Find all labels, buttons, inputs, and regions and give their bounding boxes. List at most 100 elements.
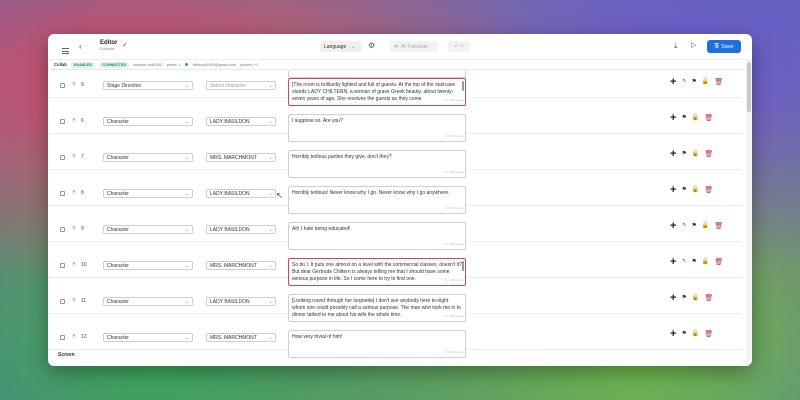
drag-handle-icon[interactable]: ⠿	[72, 334, 76, 340]
dialogue-text: Ah! I hate being educated!	[292, 226, 351, 232]
trash-icon[interactable]: 🗑	[704, 295, 713, 302]
add-row-icon[interactable]: +	[670, 257, 676, 268]
line-type-select[interactable]: Character ⌄	[103, 333, 193, 342]
lock-icon[interactable]: 🔓	[692, 187, 699, 194]
collab-status-bar: Collab ENABLED CONNECTED session: ed6345…	[48, 60, 752, 70]
trash-icon[interactable]: 🗑	[704, 331, 713, 338]
lock-icon[interactable]: 🔓	[692, 295, 699, 302]
row-checkbox[interactable]	[60, 299, 65, 304]
add-row-icon[interactable]: +	[670, 221, 676, 232]
row-number: 12	[81, 334, 87, 340]
line-type-select[interactable]: Stage Direction ⌄	[103, 81, 193, 90]
row-checkbox[interactable]	[60, 119, 65, 124]
trash-icon[interactable]: 🗑	[714, 259, 723, 266]
character-select[interactable]: Select character ⌄	[206, 81, 276, 90]
flag-icon[interactable]: ⚑	[681, 331, 686, 338]
drag-handle-icon[interactable]: ⠿	[72, 118, 76, 124]
trash-icon[interactable]: 🗑	[704, 115, 713, 122]
dialogue-textarea[interactable]: How very trivial of him! 0 / 100 words	[288, 330, 466, 358]
character-select[interactable]: MRS. MARCHMONT ⌄	[206, 261, 276, 270]
row-checkbox[interactable]	[60, 335, 65, 340]
character-select[interactable]: LADY BASILDON ⌄	[206, 117, 276, 126]
drag-handle-icon[interactable]: ⠿	[72, 298, 76, 304]
add-row-icon[interactable]: +	[670, 293, 676, 304]
flag-icon[interactable]: ⚑	[681, 187, 686, 194]
play-icon[interactable]: ▷	[691, 41, 696, 49]
line-type-select[interactable]: Character ⌄	[103, 153, 193, 162]
add-row-icon[interactable]: +	[670, 149, 676, 160]
line-type-select[interactable]: Character ⌄	[103, 189, 193, 198]
character-select[interactable]: LADY BASILDON ⌄	[206, 189, 276, 198]
editor-window: ‹ Editor EurNacle ✓ Language ⌄ ⚙ ⇄ AI Tr…	[48, 34, 752, 366]
line-type-select[interactable]: Character ⌄	[103, 225, 193, 234]
check-icon[interactable]: ✓	[122, 41, 128, 49]
trash-icon[interactable]: 🗑	[714, 223, 723, 230]
character-select[interactable]: LADY BASILDON ⌄	[206, 225, 276, 234]
lock-icon[interactable]: 🔓	[692, 115, 699, 122]
top-bar: ‹ Editor EurNacle ✓ Language ⌄ ⚙ ⇄ AI Tr…	[48, 34, 752, 60]
flag-icon[interactable]: ⚑	[691, 259, 696, 266]
lock-icon[interactable]: 🔓	[692, 331, 699, 338]
drag-handle-icon[interactable]: ⠿	[72, 226, 76, 232]
peers-count: peers: 1	[166, 62, 181, 67]
script-row: ⠿ 7 Character ⌄ MRS. MARCHMONT ⌄ Horribly tedi…	[48, 134, 742, 178]
row-number: 9	[81, 226, 84, 232]
trash-icon[interactable]: 🗑	[704, 151, 713, 158]
character-select[interactable]: LADY BASILDON ⌄	[206, 297, 276, 306]
row-checkbox[interactable]	[60, 227, 65, 232]
lock-icon[interactable]: 🔓	[702, 259, 709, 266]
row-checkbox[interactable]	[60, 155, 65, 160]
character-value: LADY BASILDON	[210, 226, 250, 233]
row-actions: + ↰ ⚑ 🔓 🗑	[670, 221, 723, 232]
row-actions: + ⚑ 🔓 🗑	[670, 149, 713, 160]
add-row-icon[interactable]: +	[670, 77, 676, 88]
add-row-icon[interactable]: +	[670, 329, 676, 340]
save-button[interactable]: 🖫 Save	[707, 40, 741, 53]
drag-handle-icon[interactable]: ⠿	[72, 262, 76, 268]
script-rows: ⠿ 5 Stage Direction ⌄ Select character ⌄ [The …	[48, 71, 752, 366]
branch-icon[interactable]: ↰	[681, 79, 686, 86]
language-select[interactable]: Language ⌄	[320, 41, 362, 52]
script-row: ⠿ 10 Character ⌄ MRS. MARCHMONT ⌄ So do I. It …	[48, 242, 742, 286]
chevron-down-icon: ⌄	[268, 263, 272, 268]
trash-icon[interactable]: 🗑	[714, 79, 723, 86]
lock-icon[interactable]: 🔓	[702, 223, 709, 230]
textarea-scrollbar[interactable]	[462, 261, 464, 271]
trash-icon[interactable]: 🗑	[704, 187, 713, 194]
row-actions: + ⚑ 🔓 🗑	[670, 293, 713, 304]
back-chevron-icon[interactable]: ‹	[79, 42, 82, 51]
gear-icon[interactable]: ⚙	[368, 42, 375, 50]
ai-translate-button[interactable]: ⇄ AI Translate	[390, 41, 438, 52]
menu-icon[interactable]	[62, 48, 69, 54]
row-checkbox[interactable]	[60, 83, 65, 88]
flag-icon[interactable]: ⚑	[681, 151, 686, 158]
drag-handle-icon[interactable]: ⠿	[72, 154, 76, 160]
chevron-down-icon: ⌄	[268, 155, 272, 160]
flag-icon[interactable]: ⚑	[691, 223, 696, 230]
textarea-scrollbar[interactable]	[462, 81, 464, 91]
drag-handle-icon[interactable]: ⠿	[72, 190, 76, 196]
dialogue-text: I suppose so. Are you?	[292, 118, 343, 124]
add-row-icon[interactable]: +	[670, 185, 676, 196]
character-select[interactable]: MRS. MARCHMONT ⌄	[206, 333, 276, 342]
lock-icon[interactable]: 🔓	[702, 79, 709, 86]
branch-icon[interactable]: ↰	[681, 259, 686, 266]
word-counter: 0 / 100 words	[444, 350, 463, 355]
flag-icon[interactable]: ⚑	[681, 295, 686, 302]
character-select[interactable]: MRS. MARCHMONT ⌄	[206, 153, 276, 162]
row-checkbox[interactable]	[60, 263, 65, 268]
chevron-down-icon: ⌄	[268, 335, 272, 340]
flag-icon[interactable]: ⚑	[681, 115, 686, 122]
line-type-select[interactable]: Character ⌄	[103, 117, 193, 126]
chevron-down-icon: ⌄	[185, 155, 189, 160]
disabled-toolbar-button[interactable]: ↶ ↷	[448, 41, 470, 52]
download-icon[interactable]: ⤓	[674, 41, 678, 51]
line-type-select[interactable]: Character ⌄	[103, 261, 193, 270]
row-checkbox[interactable]	[60, 191, 65, 196]
lock-icon[interactable]: 🔓	[692, 151, 699, 158]
line-type-select[interactable]: Character ⌄	[103, 297, 193, 306]
flag-icon[interactable]: ⚑	[691, 79, 696, 86]
branch-icon[interactable]: ↰	[681, 223, 686, 230]
drag-handle-icon[interactable]: ⠿	[72, 82, 76, 88]
add-row-icon[interactable]: +	[670, 113, 676, 124]
